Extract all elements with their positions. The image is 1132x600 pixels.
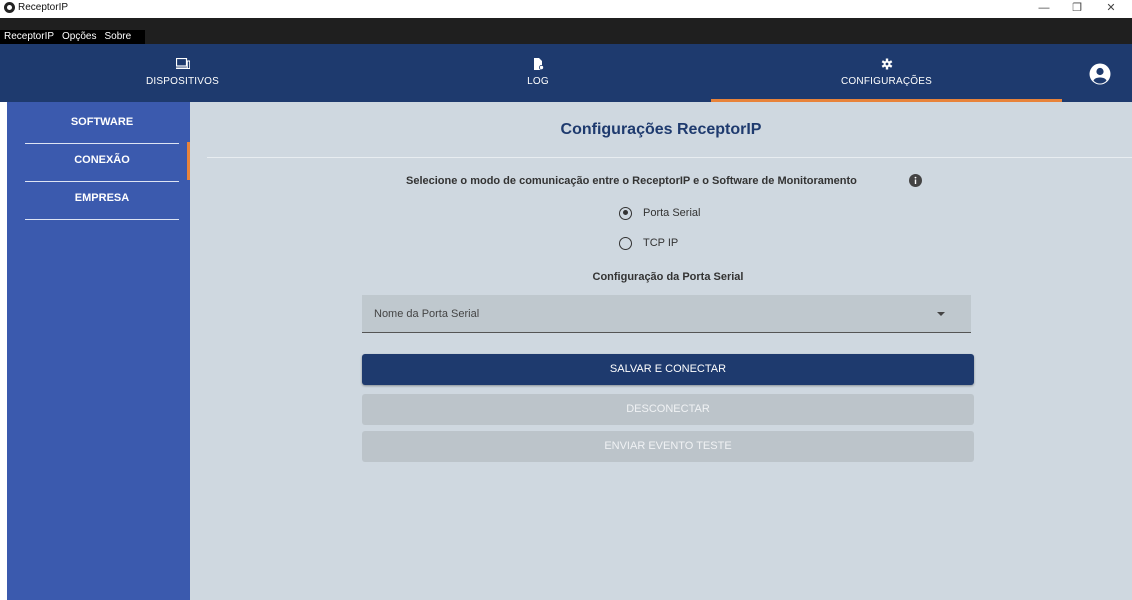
serial-config-title: Configuração da Porta Serial (592, 271, 744, 283)
tab-dispositivos[interactable]: DISPOSITIVOS (0, 44, 365, 102)
serial-port-select[interactable]: Nome da Porta Serial (362, 295, 971, 333)
devices-icon (175, 58, 190, 69)
radio-tcp-ip[interactable] (619, 236, 632, 250)
file-log-icon (534, 58, 544, 70)
sidebar-item-label: EMPRESA (74, 192, 130, 204)
title-divider (207, 157, 1132, 158)
radio-porta-serial[interactable] (619, 206, 632, 220)
sidebar-item-empresa[interactable]: EMPRESA (25, 182, 179, 220)
option-tcp-ip[interactable]: TCP IP (619, 235, 678, 251)
serial-port-placeholder: Nome da Porta Serial (374, 308, 480, 320)
tab-log-label: LOG (527, 76, 549, 87)
menu-bar: ReceptorIP Opções Sobre (0, 18, 1132, 44)
close-button[interactable]: ✕ (1096, 0, 1126, 18)
menu-items: ReceptorIP Opções Sobre (0, 30, 146, 44)
menu-opcoes[interactable]: Opções (62, 30, 96, 44)
chevron-down-icon (937, 312, 945, 316)
maximize-button[interactable]: ❐ (1062, 0, 1092, 18)
tab-log[interactable]: LOG (365, 44, 711, 102)
minimize-button[interactable]: — (1029, 0, 1059, 18)
option-porta-serial[interactable]: Porta Serial (619, 205, 700, 221)
sidebar-item-label: SOFTWARE (70, 116, 134, 128)
sidebar: SOFTWARE CONEXÃO EMPRESA (7, 102, 190, 600)
tab-dispositivos-label: DISPOSITIVOS (146, 76, 219, 87)
page-title: Configurações ReceptorIP (560, 121, 762, 138)
sidebar-item-software[interactable]: SOFTWARE (25, 106, 179, 144)
communication-mode-question: Selecione o modo de comunicação entre o … (406, 175, 857, 187)
app-logo-icon (4, 2, 15, 13)
window-title: ReceptorIP (18, 2, 69, 13)
info-icon[interactable] (909, 174, 922, 187)
user-circle-icon[interactable] (1089, 63, 1111, 85)
radio-porta-serial-label: Porta Serial (643, 207, 701, 219)
tab-configuracoes-label: CONFIGURAÇÕES (841, 76, 932, 87)
main-content: Configurações ReceptorIP Selecione o mod… (190, 102, 1132, 600)
radio-tcp-ip-label: TCP IP (643, 237, 679, 249)
top-navigation: DISPOSITIVOS LOG CONFIGURAÇÕES (0, 44, 1132, 102)
menu-receptorip[interactable]: ReceptorIP (4, 30, 54, 44)
menu-sobre[interactable]: Sobre (105, 30, 132, 44)
window-titlebar: ReceptorIP — ❐ ✕ (0, 0, 1132, 18)
sidebar-item-conexao[interactable]: CONEXÃO (25, 144, 179, 182)
sidebar-item-label: CONEXÃO (74, 154, 130, 166)
tab-configuracoes[interactable]: CONFIGURAÇÕES (711, 44, 1062, 102)
save-connect-button[interactable]: SALVAR E CONECTAR (362, 354, 974, 385)
gear-icon (881, 58, 892, 70)
disconnect-button[interactable]: DESCONECTAR (362, 394, 974, 425)
send-test-event-button[interactable]: ENVIAR EVENTO TESTE (362, 431, 974, 462)
